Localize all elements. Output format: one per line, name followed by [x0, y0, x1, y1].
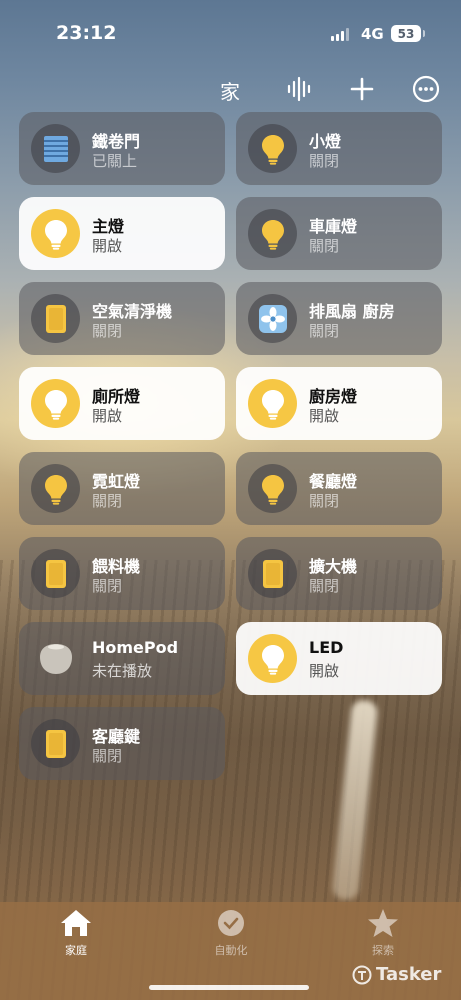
accessory-tile[interactable]: 車庫燈 關閉 — [236, 197, 442, 270]
shutter-icon[interactable] — [31, 124, 80, 173]
status-bar: 23:12 4G 53 — [0, 0, 461, 70]
outlet-icon[interactable] — [31, 294, 80, 343]
accessory-tile[interactable]: 霓虹燈 關閉 — [19, 452, 225, 525]
lightbulb-icon[interactable] — [31, 464, 80, 513]
lightbulb-icon[interactable] — [248, 209, 297, 258]
accessory-name: 餐廳燈 — [309, 472, 358, 491]
accessory-state: 開啟 — [92, 237, 123, 255]
accessory-name: 廚房燈 — [309, 387, 358, 406]
accessory-name: 霓虹燈 — [92, 472, 141, 491]
accessory-tile[interactable]: LED 開啟 — [236, 622, 442, 695]
accessory-name: 主燈 — [92, 217, 125, 236]
lightbulb-icon[interactable] — [248, 634, 297, 683]
home-indicator[interactable] — [149, 985, 309, 990]
lightbulb-icon[interactable] — [248, 124, 297, 173]
tab-automation-label: 自動化 — [214, 944, 248, 957]
accessory-name: 客廳鍵 — [92, 727, 141, 746]
home-toolbar: 家 — [0, 70, 461, 110]
watermark: Tasker — [352, 964, 441, 985]
tasker-logo-icon — [352, 965, 372, 984]
accessory-state: 關閉 — [309, 577, 340, 595]
accessory-state: 關閉 — [309, 492, 340, 510]
accessory-state: 開啟 — [309, 662, 340, 680]
accessory-state: 已關上 — [92, 152, 138, 170]
star-icon — [368, 909, 398, 937]
accessory-tile[interactable]: 餵料機 關閉 — [19, 537, 225, 610]
accessory-state: 關閉 — [92, 322, 123, 340]
accessory-name: 廁所燈 — [92, 387, 141, 406]
accessory-name: HomePod — [92, 638, 179, 657]
accessory-state: 開啟 — [309, 407, 340, 425]
tab-home[interactable]: 家庭 — [36, 908, 116, 958]
lightbulb-icon[interactable] — [31, 209, 80, 258]
tab-automation[interactable]: 自動化 — [191, 908, 271, 958]
accessory-state: 關閉 — [309, 322, 340, 340]
accessory-tile[interactable]: 擴大機 關閉 — [236, 537, 442, 610]
accessory-tile[interactable]: 餐廳燈 關閉 — [236, 452, 442, 525]
accessory-name: 排風扇 廚房 — [309, 302, 395, 321]
status-time: 23:12 — [56, 22, 117, 44]
accessory-tile[interactable]: 空氣清淨機 關閉 — [19, 282, 225, 355]
accessory-name: 空氣清淨機 — [92, 302, 173, 321]
tab-home-label: 家庭 — [65, 944, 87, 957]
network-type: 4G — [361, 25, 384, 43]
accessory-state: 關閉 — [92, 492, 123, 510]
outlet-icon[interactable] — [31, 719, 80, 768]
tab-explore-label: 探索 — [372, 944, 394, 957]
accessory-tile[interactable]: 客廳鍵 關閉 — [19, 707, 225, 780]
accessory-state: 關閉 — [309, 152, 340, 170]
clock-check-icon — [218, 910, 244, 936]
home-title[interactable]: 家 — [220, 76, 240, 105]
accessory-state: 未在播放 — [92, 662, 153, 680]
accessory-tile[interactable]: HomePod 未在播放 — [19, 622, 225, 695]
intercom-wave-icon[interactable] — [284, 74, 314, 104]
accessory-name: 餵料機 — [92, 557, 141, 576]
homepod-icon[interactable] — [31, 634, 80, 683]
signal-icon — [331, 27, 349, 41]
accessory-name: 車庫燈 — [309, 217, 358, 236]
add-icon[interactable] — [347, 74, 377, 104]
accessory-tile[interactable]: 主燈 開啟 — [19, 197, 225, 270]
accessory-name: 小燈 — [309, 132, 342, 151]
accessory-state: 關閉 — [309, 237, 340, 255]
accessory-state: 關閉 — [92, 577, 123, 595]
battery-icon: 53 — [391, 25, 425, 42]
accessory-tile[interactable]: 排風扇 廚房 關閉 — [236, 282, 442, 355]
accessory-name: LED — [309, 638, 344, 657]
tab-explore[interactable]: 探索 — [343, 908, 423, 958]
watermark-text: Tasker — [376, 964, 442, 985]
fan-icon[interactable] — [248, 294, 297, 343]
house-icon — [61, 910, 91, 936]
accessory-state: 關閉 — [92, 747, 123, 765]
accessory-tile[interactable]: 廁所燈 開啟 — [19, 367, 225, 440]
accessory-name: 擴大機 — [309, 557, 358, 576]
more-options-icon[interactable] — [411, 74, 441, 104]
lightbulb-icon[interactable] — [248, 379, 297, 428]
outlet-icon[interactable] — [248, 549, 297, 598]
lightbulb-icon[interactable] — [31, 379, 80, 428]
accessory-name: 鐵卷門 — [92, 132, 141, 151]
accessory-tile[interactable]: 鐵卷門 已關上 — [19, 112, 225, 185]
accessory-state: 開啟 — [92, 407, 123, 425]
accessory-tile[interactable]: 廚房燈 開啟 — [236, 367, 442, 440]
accessory-tile[interactable]: 小燈 關閉 — [236, 112, 442, 185]
lightbulb-icon[interactable] — [248, 464, 297, 513]
outlet-icon[interactable] — [31, 549, 80, 598]
